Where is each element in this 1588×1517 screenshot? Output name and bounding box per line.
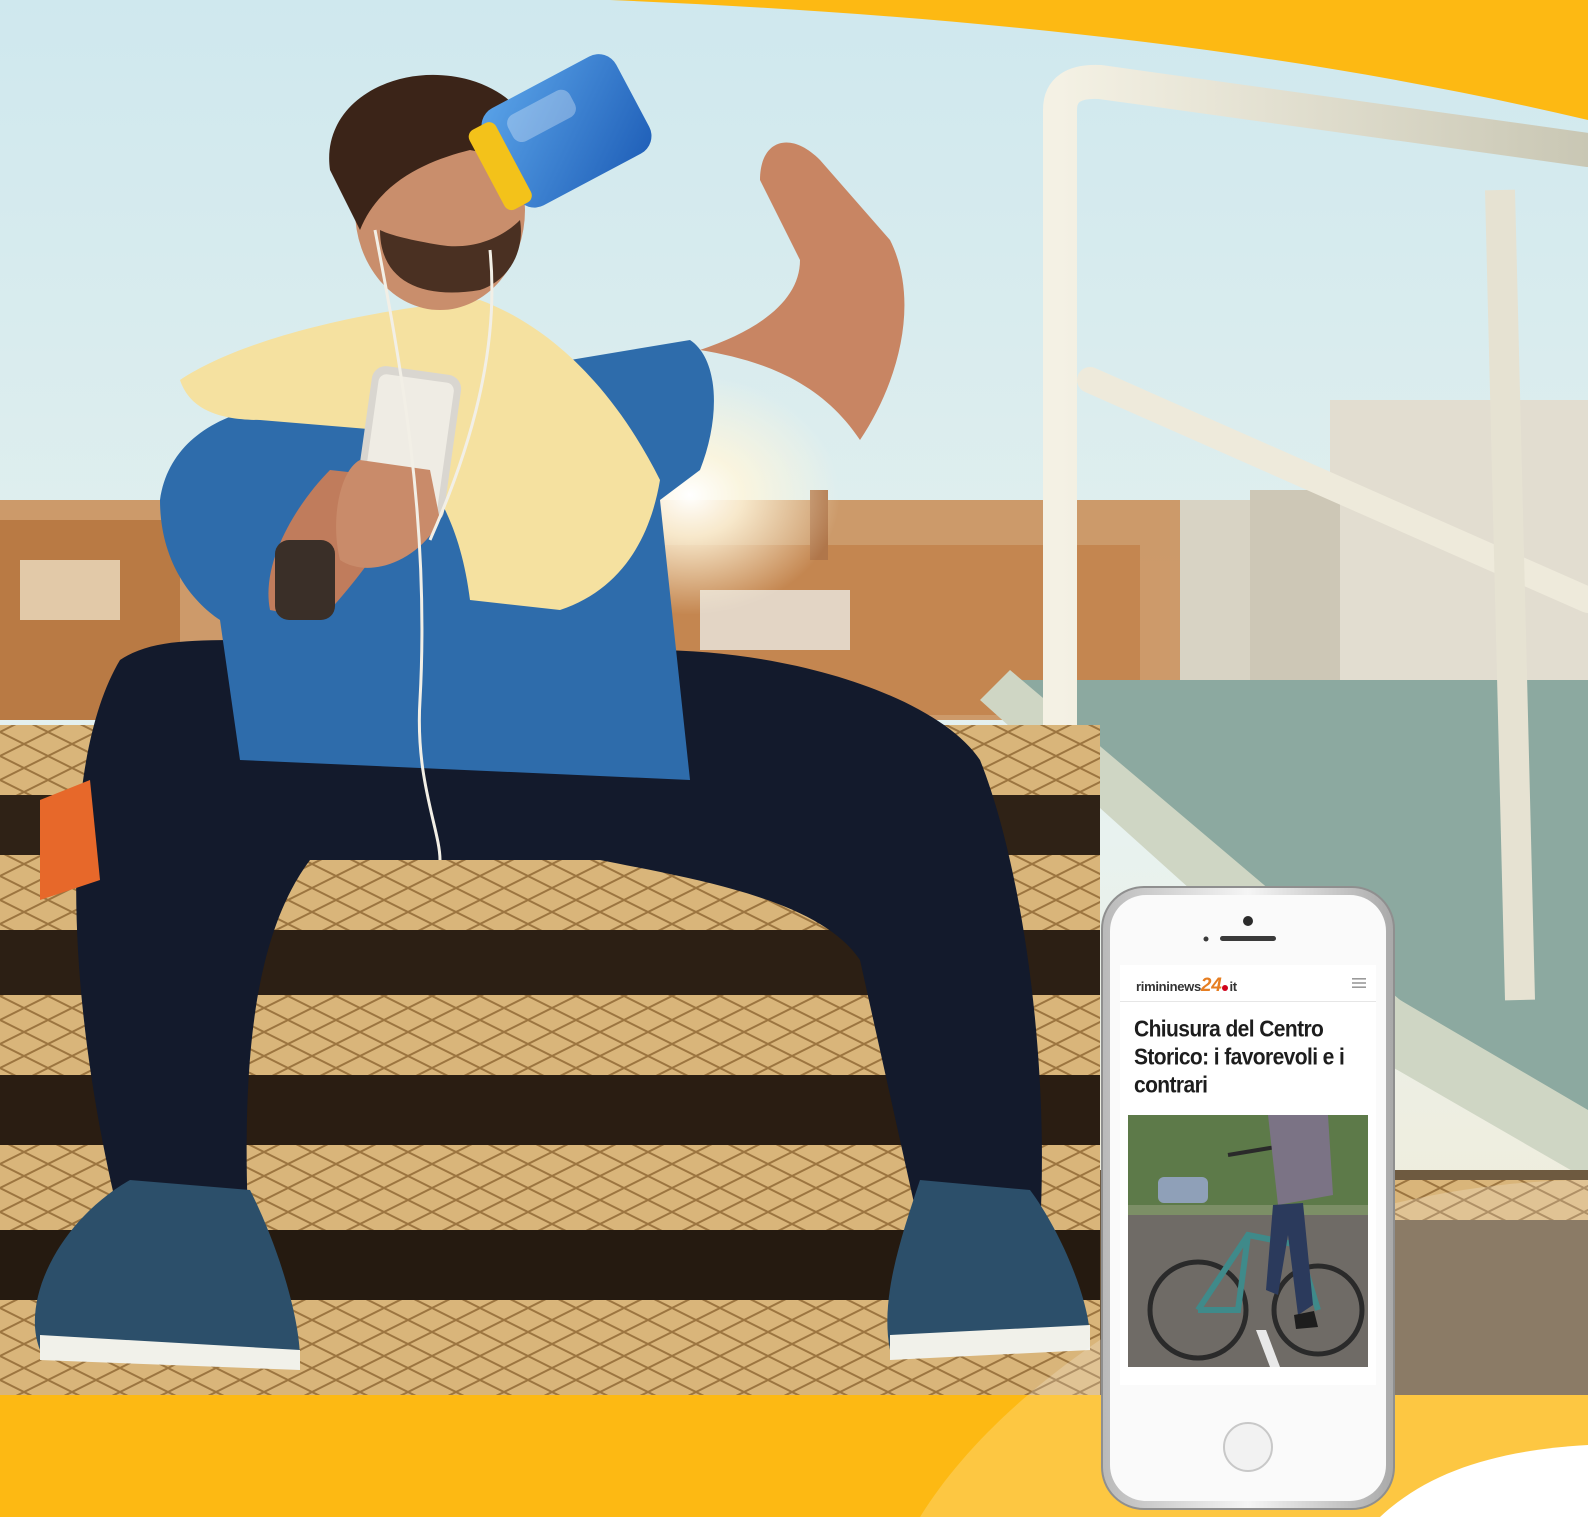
advertisement-banner: rimininews24 it Chiusura del Centro Stori… xyxy=(0,0,1588,1517)
logo-number: 24 xyxy=(1200,975,1222,996)
home-button[interactable] xyxy=(1223,1422,1273,1472)
phone-screen: rimininews24 it Chiusura del Centro Stori… xyxy=(1120,965,1376,1385)
article-headline[interactable]: Chiusura del Centro Storico: i favorevol… xyxy=(1134,1015,1366,1099)
site-header: rimininews24 it xyxy=(1120,965,1376,1002)
front-camera xyxy=(1243,916,1253,926)
article-image[interactable] xyxy=(1128,1115,1368,1367)
earpiece-speaker xyxy=(1220,936,1276,941)
hamburger-menu-icon[interactable] xyxy=(1352,977,1366,989)
logo-dot xyxy=(1222,985,1229,991)
logo-name: rimininews xyxy=(1136,979,1201,994)
logo-tld: it xyxy=(1229,979,1237,994)
site-logo[interactable]: rimininews24 it xyxy=(1136,975,1237,997)
